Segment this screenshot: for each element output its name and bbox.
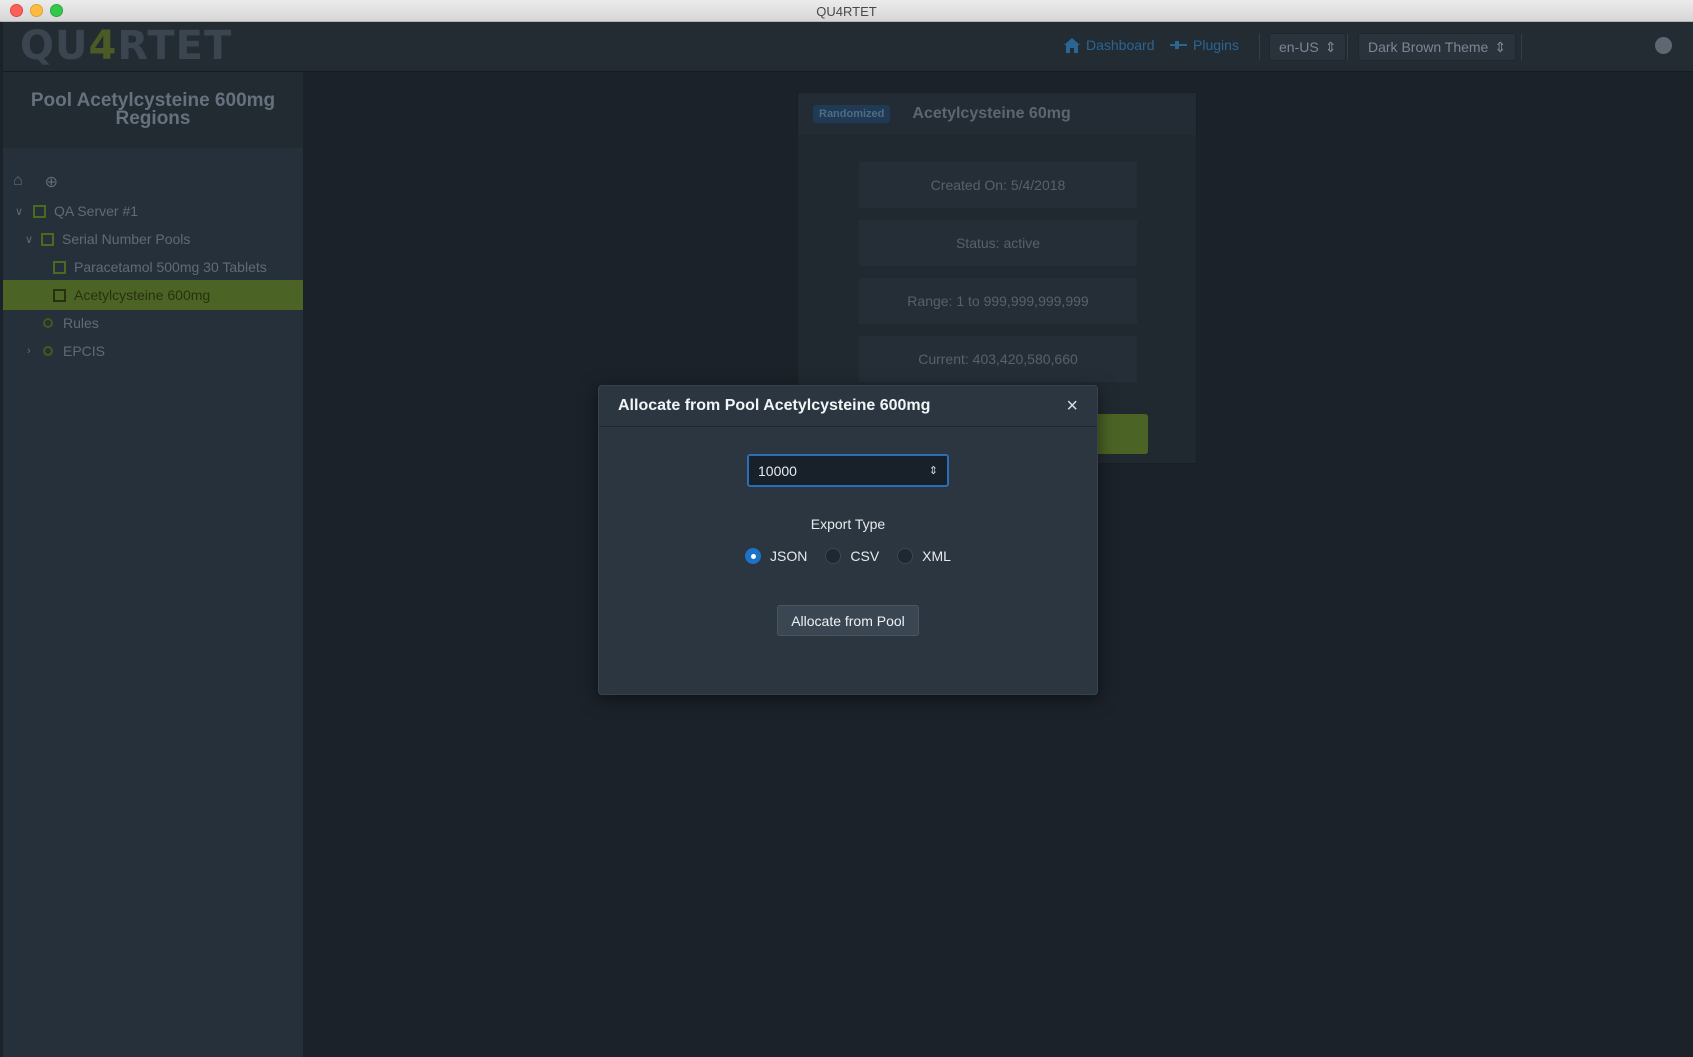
tree-item-label: Serial Number Pools (62, 231, 191, 247)
plugin-icon (1170, 41, 1187, 49)
select-arrows-icon: ⇕ (1324, 38, 1337, 55)
navbar-divider (1521, 34, 1522, 60)
modal-title: Allocate from Pool Acetylcysteine 600mg (618, 397, 931, 414)
radio-button-selected[interactable] (745, 548, 762, 564)
top-navbar: QU4RTET Dashboard Plugins en-US ⇕ Dark B… (3, 22, 1693, 72)
window-title: QU4RTET (816, 4, 877, 19)
app-logo[interactable]: QU4RTET (20, 23, 232, 69)
theme-value: Dark Brown Theme (1368, 39, 1489, 55)
tree-item-pool-acetylcysteine[interactable]: Acetylcysteine 600mg (3, 280, 303, 310)
radio-label: XML (922, 548, 951, 564)
plugins-link[interactable]: Plugins (1170, 37, 1239, 53)
select-arrows-icon: ⇕ (1494, 38, 1507, 55)
dashboard-label: Dashboard (1086, 37, 1155, 53)
theme-select[interactable]: Dark Brown Theme ⇕ (1358, 33, 1517, 61)
status-info: Status: active (859, 220, 1137, 266)
radio-button[interactable] (825, 548, 842, 564)
pool-icon (53, 260, 66, 274)
tree-item-epcis[interactable]: › EPCIS (3, 336, 303, 366)
navbar-divider (1259, 34, 1260, 60)
language-value: en-US (1279, 39, 1319, 55)
modal-header: Allocate from Pool Acetylcysteine 600mg … (599, 386, 1097, 427)
epcis-icon (43, 346, 53, 356)
radio-csv[interactable]: CSV (825, 548, 879, 564)
add-circle-icon[interactable]: ⊕ (45, 172, 58, 192)
tree-item-label: Paracetamol 500mg 30 Tablets (74, 259, 267, 275)
tree-item-serial-pools[interactable]: ∨ Serial Number Pools (3, 224, 303, 254)
tree-item-label: EPCIS (63, 343, 106, 359)
sidebar-title: Pool Acetylcysteine 600mg Regions (3, 72, 303, 148)
tree-item-rules[interactable]: Rules (3, 308, 303, 338)
export-type-group: JSON CSV XML (599, 548, 1097, 564)
pool-icon (53, 288, 66, 302)
radio-xml[interactable]: XML (897, 548, 951, 564)
plugins-label: Plugins (1193, 37, 1239, 53)
allocate-from-pool-button[interactable]: Allocate from Pool (777, 605, 919, 636)
tree-item-label: Rules (63, 315, 99, 331)
sidebar-toolbar: ⌂ ⊕ (13, 172, 58, 192)
tree-item-label: QA Server #1 (54, 203, 139, 219)
current-info: Current: 403,420,580,660 (859, 336, 1137, 382)
tree-item-label: Acetylcysteine 600mg (74, 287, 211, 303)
radio-label: JSON (770, 548, 808, 564)
tree-item-pool-paracetamol[interactable]: Paracetamol 500mg 30 Tablets (3, 252, 303, 282)
app-window: QU4RTET QU4RTET Dashboard Plugins en-US … (0, 0, 1693, 1057)
navbar-divider (1347, 34, 1348, 60)
user-icon[interactable] (1655, 37, 1672, 54)
quantity-input[interactable]: 10000 ⇕ (747, 454, 949, 487)
language-select[interactable]: en-US ⇕ (1269, 33, 1347, 61)
number-spinner-icon[interactable]: ⇕ (929, 464, 938, 477)
rules-icon (43, 318, 53, 328)
allocate-modal: Allocate from Pool Acetylcysteine 600mg … (598, 385, 1098, 695)
pools-icon (41, 232, 54, 246)
title-bar: QU4RTET (0, 0, 1693, 22)
quantity-value: 10000 (758, 462, 797, 479)
chevron-down-icon[interactable]: ∨ (15, 205, 27, 218)
created-on-info: Created On: 5/4/2018 (859, 162, 1137, 208)
radio-label: CSV (850, 548, 880, 564)
home-icon[interactable]: ⌂ (13, 172, 23, 192)
range-info: Range: 1 to 999,999,999,999 (859, 278, 1137, 324)
export-type-label: Export Type (810, 516, 886, 532)
radio-button[interactable] (897, 548, 914, 564)
chevron-down-icon[interactable]: ∨ (25, 233, 37, 246)
tree-item-server[interactable]: ∨ QA Server #1 (3, 196, 303, 226)
card-title: Acetylcysteine 60mg (912, 105, 1071, 122)
sidebar: Pool Acetylcysteine 600mg Regions ⌂ ⊕ ∨ … (3, 72, 303, 1057)
dashboard-link[interactable]: Dashboard (1064, 37, 1155, 53)
card-header: Randomized Acetylcysteine 60mg (798, 93, 1196, 135)
close-icon[interactable]: × (1066, 395, 1078, 418)
radio-json[interactable]: JSON (745, 548, 807, 564)
randomized-badge: Randomized (813, 105, 891, 123)
home-icon (1064, 37, 1080, 53)
server-icon (33, 204, 46, 218)
chevron-right-icon[interactable]: › (27, 345, 39, 357)
